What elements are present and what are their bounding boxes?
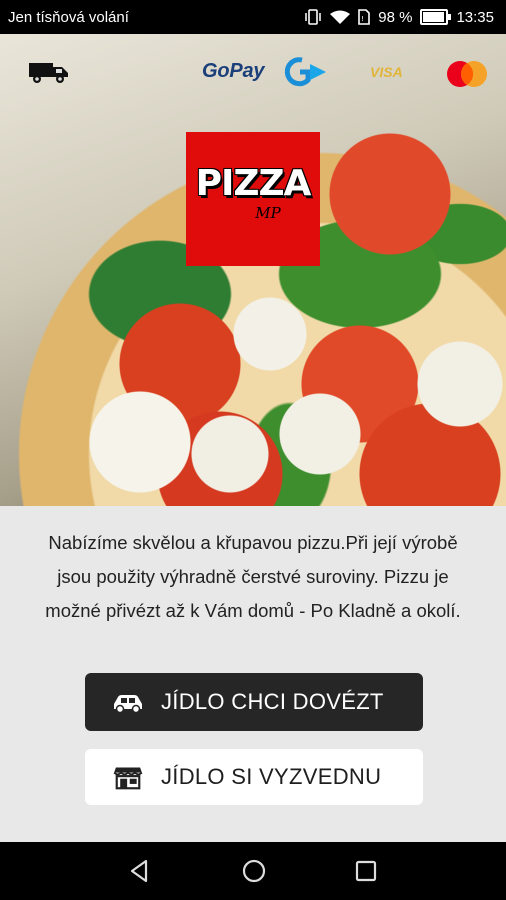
carrier-label: Jen tísňová volání (8, 8, 129, 26)
pickup-button[interactable]: JÍDLO SI VYZVEDNU (85, 749, 423, 805)
description-text: Nabízíme skvělou a křupavou pizzu.Při je… (45, 532, 461, 621)
delivery-button[interactable]: JÍDLO CHCI DOVÉZT (85, 673, 423, 731)
logo-subtitle: MP (255, 204, 281, 222)
gopay-logo: GoPay (202, 60, 265, 82)
vibrate-icon (305, 9, 321, 25)
recents-icon[interactable] (352, 857, 380, 885)
visa-logo: VISA (370, 64, 403, 80)
navigation-bar (0, 842, 506, 900)
status-icons: ! 98 % 13:35 (304, 9, 494, 26)
sim-icon: ! (358, 9, 371, 25)
battery-icon (420, 9, 452, 25)
svg-text:!: ! (361, 15, 364, 23)
car-icon (114, 695, 142, 714)
content-panel: Nabízíme skvělou a křupavou pizzu.Při je… (0, 506, 506, 842)
store-icon (113, 767, 143, 790)
clock: 13:35 (456, 8, 494, 26)
status-bar: Jen tísňová volání ! 98 % 13:35 (0, 0, 506, 34)
logo-title: PIZZA (195, 163, 312, 204)
pickup-button-label: JÍDLO SI VYZVEDNU (161, 764, 382, 789)
delivery-button-label: JÍDLO CHCI DOVÉZT (161, 689, 384, 714)
back-icon[interactable] (126, 857, 154, 885)
pizza-mp-logo: PIZZA MP (186, 132, 320, 266)
hero-image: GoPay VISA PIZZA MP (0, 34, 506, 506)
wifi-icon (330, 10, 351, 24)
gopay-mark-icon (284, 57, 326, 87)
mastercard-logo (447, 61, 487, 87)
delivery-truck-icon (29, 63, 68, 83)
home-icon[interactable] (240, 857, 268, 885)
battery-percent: 98 % (378, 8, 413, 26)
payment-row: GoPay VISA (0, 54, 506, 94)
